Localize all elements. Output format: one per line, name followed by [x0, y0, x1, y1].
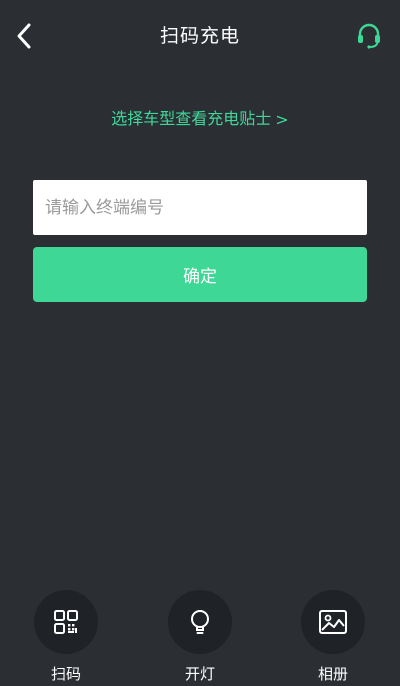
- bottom-action-bar: 扫码 开灯 相册: [0, 590, 400, 686]
- charging-tips-link[interactable]: 选择车型查看充电贴士 >: [0, 106, 400, 133]
- flashlight-action-circle: [168, 590, 232, 654]
- scan-action[interactable]: 扫码: [26, 590, 106, 684]
- header-bar: 扫码充电: [0, 0, 400, 72]
- terminal-number-input[interactable]: [33, 180, 367, 235]
- image-icon: [319, 610, 347, 634]
- chevron-right-icon: >: [275, 109, 289, 129]
- scan-action-circle: [34, 590, 98, 654]
- confirm-button[interactable]: 确定: [33, 247, 367, 302]
- album-action[interactable]: 相册: [293, 590, 373, 684]
- album-action-circle: [301, 590, 365, 654]
- scan-action-label: 扫码: [50, 665, 81, 683]
- lightbulb-icon: [191, 610, 209, 634]
- confirm-button-label: 确定: [183, 267, 217, 287]
- flashlight-action-label: 开灯: [184, 665, 215, 683]
- scan-charge-screen: 扫码充电 选择车型查看充电贴士> 确定: [0, 0, 400, 686]
- headset-icon: [358, 23, 380, 49]
- album-action-label: 相册: [317, 665, 348, 683]
- customer-service-button[interactable]: [354, 20, 384, 50]
- page-title: 扫码充电: [159, 25, 240, 47]
- charging-tips-label: 选择车型查看充电贴士: [111, 109, 272, 128]
- qr-code-icon: [54, 610, 78, 634]
- flashlight-action[interactable]: 开灯: [160, 590, 240, 684]
